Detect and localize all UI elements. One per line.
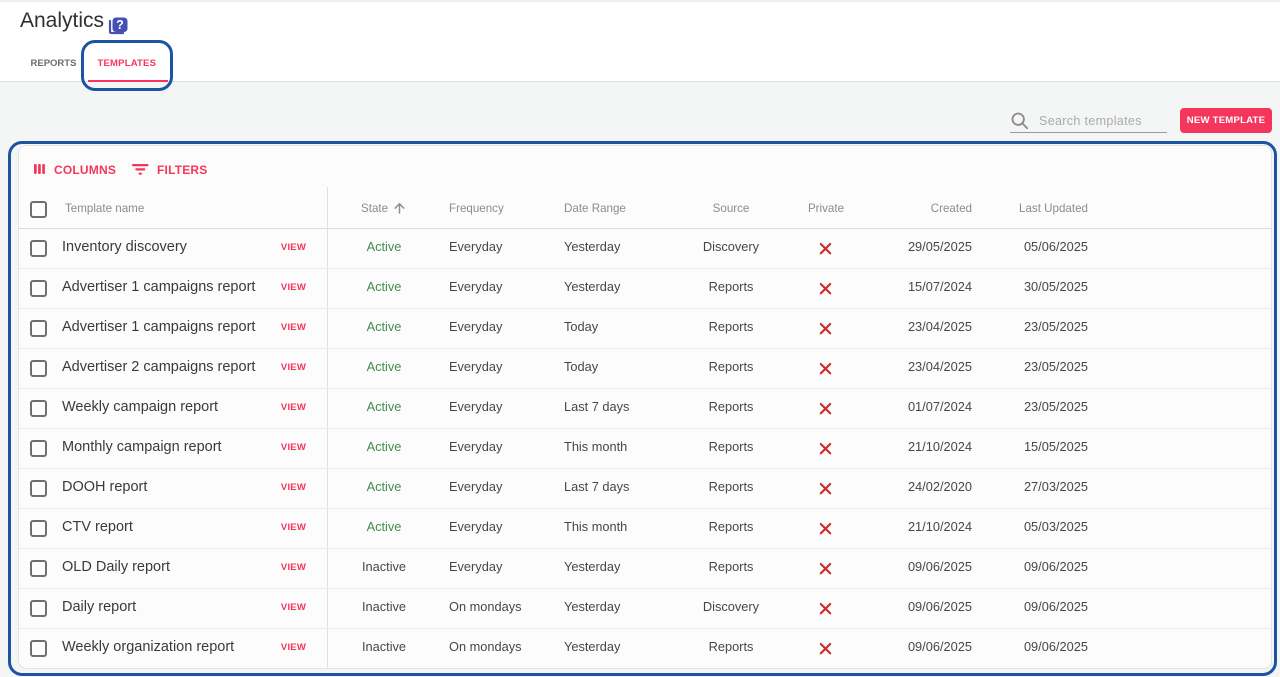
svg-text:?: ?	[116, 18, 124, 32]
